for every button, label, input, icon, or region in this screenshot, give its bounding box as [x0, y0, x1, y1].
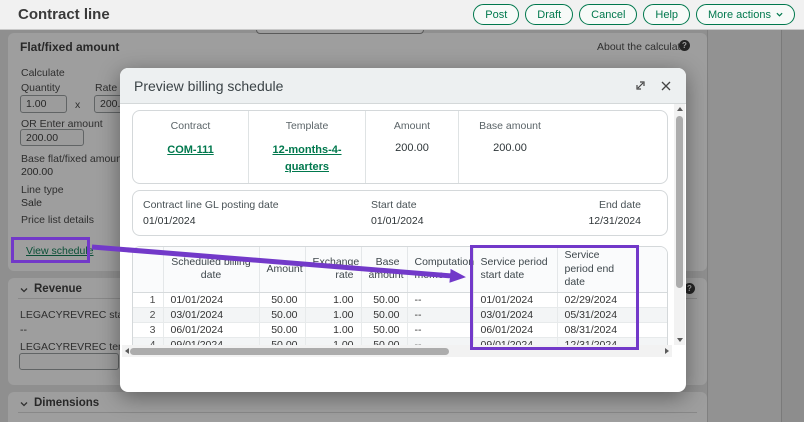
- table-row: 203/01/202450.001.0050.00--03/01/202405/…: [133, 307, 668, 322]
- table-cell: 50.00: [361, 322, 407, 337]
- start-date-field: Start date 01/01/2024: [371, 199, 424, 227]
- table-cell: 1.00: [305, 307, 361, 322]
- table-cell: 02/29/2024: [557, 292, 638, 307]
- screen: Flat/fixed amount About the calculator ?…: [0, 0, 804, 422]
- table-cell: 50.00: [361, 292, 407, 307]
- table-cell: 50.00: [259, 307, 305, 322]
- billing-schedule-table-card: Scheduled billing date Amount Exchange r…: [132, 246, 668, 350]
- table-cell: 50.00: [259, 292, 305, 307]
- horizontal-scrollbar-thumb[interactable]: [130, 348, 449, 355]
- page-title: Contract line: [18, 6, 110, 23]
- chevron-down-icon: [776, 11, 783, 18]
- scroll-down-arrow-icon[interactable]: [677, 338, 683, 342]
- table-cell: 06/01/2024: [163, 322, 259, 337]
- vertical-scrollbar-thumb[interactable]: [676, 116, 683, 288]
- table-cell: 50.00: [259, 322, 305, 337]
- post-button[interactable]: Post: [473, 4, 519, 25]
- expand-icon[interactable]: [634, 79, 647, 92]
- table-cell: 1.00: [305, 322, 361, 337]
- table-cell: --: [407, 307, 473, 322]
- draft-button[interactable]: Draft: [525, 4, 573, 25]
- table-cell: 03/01/2024: [163, 307, 259, 322]
- table-cell: --: [407, 322, 473, 337]
- table-cell-filler: [638, 292, 668, 307]
- scroll-left-arrow-icon[interactable]: [125, 348, 129, 354]
- scroll-up-arrow-icon[interactable]: [677, 107, 683, 111]
- table-cell: --: [407, 292, 473, 307]
- table-cell: 1: [133, 292, 163, 307]
- summary-template: Template 12-months-4-quarters: [249, 111, 366, 183]
- close-icon[interactable]: [660, 80, 672, 92]
- horizontal-scrollbar[interactable]: [122, 345, 672, 357]
- table-row: 306/01/202450.001.0050.00--06/01/202408/…: [133, 322, 668, 337]
- gl-posting-date-field: Contract line GL posting date 01/01/2024: [143, 199, 279, 227]
- table-cell-filler: [638, 322, 668, 337]
- cancel-button[interactable]: Cancel: [579, 4, 637, 25]
- summary-card: Contract COM-111 Template 12-months-4-qu…: [132, 110, 668, 184]
- table-row: 101/01/202450.001.0050.00--01/01/202402/…: [133, 292, 668, 307]
- table-cell: 01/01/2024: [473, 292, 557, 307]
- template-link[interactable]: 12-months-4-quarters: [261, 142, 353, 176]
- table-cell: 01/01/2024: [163, 292, 259, 307]
- billing-schedule-table: Scheduled billing date Amount Exchange r…: [133, 247, 668, 350]
- table-cell: 2: [133, 307, 163, 322]
- vertical-scrollbar[interactable]: [674, 104, 685, 345]
- summary-contract: Contract COM-111: [133, 111, 249, 183]
- header-actions: Post Draft Cancel Help More actions: [473, 4, 795, 25]
- modal-titlebar: Preview billing schedule: [120, 68, 686, 104]
- table-cell: 08/31/2024: [557, 322, 638, 337]
- table-header-row: Scheduled billing date Amount Exchange r…: [133, 247, 668, 292]
- page-header: Contract line Post Draft Cancel Help Mor…: [0, 0, 804, 30]
- table-cell: 05/31/2024: [557, 307, 638, 322]
- table-cell-filler: [638, 307, 668, 322]
- help-button[interactable]: Help: [643, 4, 690, 25]
- scroll-right-arrow-icon[interactable]: [665, 348, 669, 354]
- preview-billing-schedule-modal: Preview billing schedule Contract COM-11…: [120, 68, 686, 392]
- contract-link[interactable]: COM-111: [145, 142, 237, 159]
- dates-card: Contract line GL posting date 01/01/2024…: [132, 190, 668, 236]
- modal-title: Preview billing schedule: [134, 78, 283, 94]
- table-cell: 50.00: [361, 307, 407, 322]
- table-cell: 1.00: [305, 292, 361, 307]
- summary-amount: Amount 200.00: [366, 111, 459, 183]
- table-cell: 06/01/2024: [473, 322, 557, 337]
- table-cell: 03/01/2024: [473, 307, 557, 322]
- more-actions-button[interactable]: More actions: [696, 4, 795, 25]
- summary-base-amount: Base amount 200.00: [459, 111, 561, 183]
- end-date-field: End date 12/31/2024: [588, 199, 641, 227]
- table-cell: 3: [133, 322, 163, 337]
